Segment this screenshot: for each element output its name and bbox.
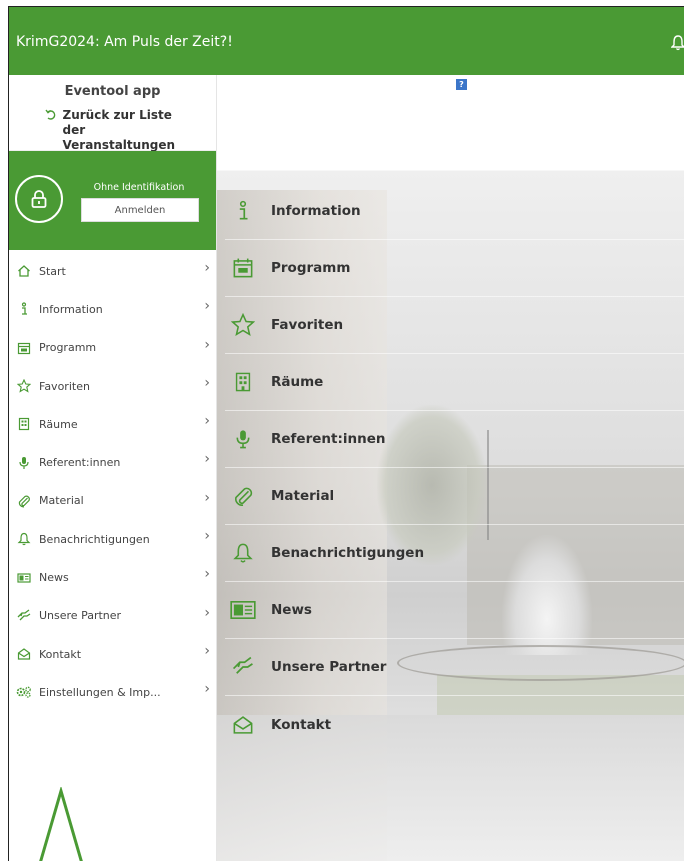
paperclip-icon [225, 485, 261, 507]
chevron-right-icon: › [204, 336, 210, 353]
tile-material[interactable]: Material [225, 468, 684, 525]
back-to-events-link[interactable]: Zurück zur Liste der Veranstaltungen [9, 108, 216, 153]
star-icon [9, 379, 39, 393]
home-icon [9, 264, 39, 278]
tile-label: Benachrichtigungen [271, 545, 425, 561]
tile-kontakt[interactable]: Kontakt [225, 696, 684, 753]
ad-badge[interactable]: ? [456, 79, 467, 90]
tile-favoriten[interactable]: Favoriten [225, 297, 684, 354]
tile-label: Kontakt [271, 716, 332, 733]
login-panel: Ohne Identifikation Anmelden [9, 151, 216, 250]
tile-label: Programm [271, 260, 351, 276]
tile-label: News [271, 602, 312, 618]
chevron-right-icon: › [204, 604, 210, 621]
paperclip-icon [9, 494, 39, 508]
tile-label: Information [271, 203, 361, 219]
building-icon [225, 371, 261, 393]
info-icon [225, 200, 261, 222]
info-icon [9, 302, 39, 316]
tile-menu: Information Programm Favoriten Räume Ref… [225, 183, 684, 753]
building-icon [9, 417, 39, 431]
sidebar-item-label: Benachrichtigungen [39, 532, 150, 546]
microphone-icon [9, 456, 39, 470]
sidebar-item-label: Referent:innen [39, 456, 121, 470]
sidebar-item-label: Kontakt [39, 647, 82, 661]
calendar-icon [9, 341, 39, 355]
sidebar-item-label: Material [39, 494, 84, 508]
tile-referentinnen[interactable]: Referent:innen [225, 411, 684, 468]
app-name: Eventool app [64, 84, 161, 99]
tile-programm[interactable]: Programm [225, 240, 684, 297]
sidebar-item-favoriten[interactable]: Favoriten › [9, 367, 216, 405]
chevron-right-icon: › [204, 260, 210, 276]
sidebar: Eventool app Zurück zur Liste der Verans… [9, 75, 217, 861]
sidebar-item-unsere-partner[interactable]: Unsere Partner › [9, 597, 216, 635]
tile-benachrichtigungen[interactable]: Benachrichtigungen [225, 525, 684, 582]
calendar-icon [225, 257, 261, 279]
star-icon [225, 313, 261, 337]
chevron-right-icon: › [204, 374, 210, 391]
sidebar-item-news[interactable]: News › [9, 558, 216, 596]
tile-label: Material [271, 488, 335, 504]
back-label: Zurück zur Liste der Veranstaltungen [62, 108, 176, 152]
sidebar-item-label: Räume [39, 417, 78, 431]
tile-label: Referent:innen [271, 431, 386, 447]
tile-unsere-partner[interactable]: Unsere Partner [225, 639, 684, 696]
sidebar-header: Eventool app Zurück zur Liste der Verans… [9, 75, 216, 153]
sidebar-item-label: Programm [39, 341, 97, 355]
tile-information[interactable]: Information [225, 183, 684, 240]
login-button[interactable]: Anmelden [81, 198, 199, 222]
sidebar-item-einstellungen[interactable]: Einstellungen & Imp... › [9, 673, 216, 711]
bell-icon [225, 542, 261, 564]
sidebar-item-label: Unsere Partner [39, 609, 122, 623]
sidebar-item-information[interactable]: Information › [9, 290, 216, 328]
sidebar-item-material[interactable]: Material › [9, 482, 216, 520]
chevron-right-icon: › [204, 489, 210, 506]
chevron-right-icon: › [204, 451, 210, 468]
chevron-right-icon: › [204, 642, 210, 659]
sidebar-item-benachrichtigungen[interactable]: Benachrichtigungen › [9, 520, 216, 558]
tile-raeume[interactable]: Räume [225, 354, 684, 411]
main-area: ? Information Programm Favoriten Räume R… [217, 75, 684, 861]
tile-label: Favoriten [271, 317, 344, 333]
app-screen: KrimG2024: Am Puls der Zeit?! Eventool a… [8, 6, 684, 861]
envelope-icon [225, 714, 261, 736]
sidebar-item-programm[interactable]: Programm › [9, 329, 216, 367]
tile-label: Räume [271, 374, 324, 390]
sidebar-item-raeume[interactable]: Räume › [9, 405, 216, 443]
sidebar-item-label: Favoriten [39, 379, 90, 393]
sidebar-item-referentinnen[interactable]: Referent:innen › [9, 443, 216, 481]
sidebar-item-kontakt[interactable]: Kontakt › [9, 635, 216, 673]
login-status: Ohne Identifikation [93, 182, 185, 193]
envelope-icon [9, 647, 39, 661]
sidebar-item-label: News [39, 571, 69, 585]
top-bar: KrimG2024: Am Puls der Zeit?! [9, 7, 684, 75]
settings-icon [9, 685, 39, 699]
lock-icon [15, 175, 63, 223]
bell-icon [9, 532, 39, 546]
sidebar-item-label: Einstellungen & Imp... [39, 685, 161, 699]
sidebar-menu: Start › Information › Programm › Favorit… [9, 252, 216, 712]
handshake-icon [225, 656, 261, 678]
tile-news[interactable]: News [225, 582, 684, 639]
bell-icon[interactable] [671, 35, 684, 51]
sidebar-item-label: Start [39, 264, 66, 278]
undo-icon [44, 109, 55, 120]
tile-label: Unsere Partner [271, 659, 387, 675]
microphone-icon [225, 428, 261, 450]
handshake-icon [9, 609, 39, 623]
chevron-right-icon: › [204, 528, 210, 545]
chevron-right-icon: › [204, 681, 210, 698]
logo-a [39, 787, 83, 861]
news-icon [9, 571, 39, 585]
chevron-right-icon: › [204, 413, 210, 430]
sidebar-item-label: Information [39, 302, 103, 316]
chevron-right-icon: › [204, 298, 210, 315]
news-icon [225, 600, 261, 620]
chevron-right-icon: › [204, 566, 210, 583]
sidebar-item-start[interactable]: Start › [9, 252, 216, 290]
event-title: KrimG2024: Am Puls der Zeit?! [16, 34, 233, 50]
